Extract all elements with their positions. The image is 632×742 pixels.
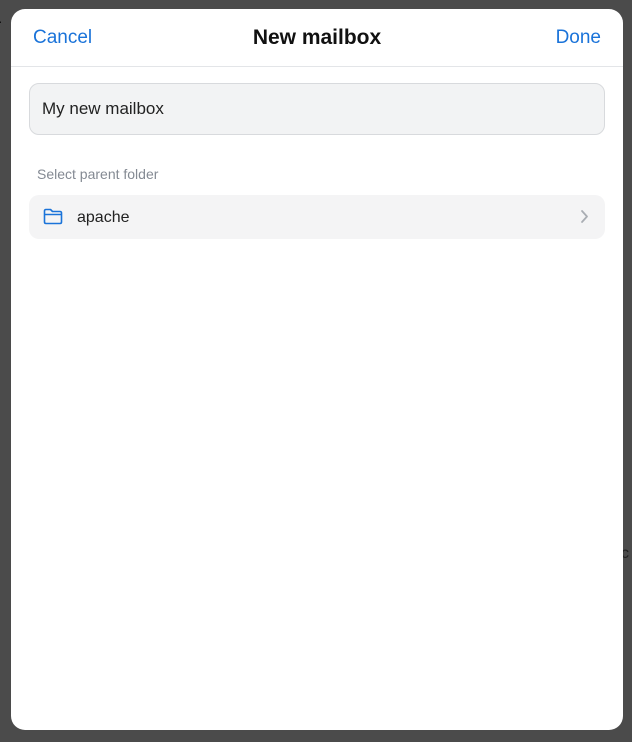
dialog-header: Cancel New mailbox Done (11, 9, 623, 67)
mailbox-name-input[interactable] (29, 83, 605, 135)
done-button[interactable]: Done (556, 26, 601, 50)
dialog-title: New mailbox (252, 26, 382, 49)
new-mailbox-dialog: Cancel New mailbox Done Select parent fo… (11, 9, 623, 730)
chevron-right-icon (581, 210, 588, 223)
folder-icon (43, 208, 63, 225)
parent-folder-selector[interactable]: apache (29, 195, 605, 239)
parent-folder-label: Select parent folder (37, 166, 159, 182)
background-edge-glyph: · (0, 14, 3, 28)
selected-folder-name: apache (77, 209, 130, 226)
